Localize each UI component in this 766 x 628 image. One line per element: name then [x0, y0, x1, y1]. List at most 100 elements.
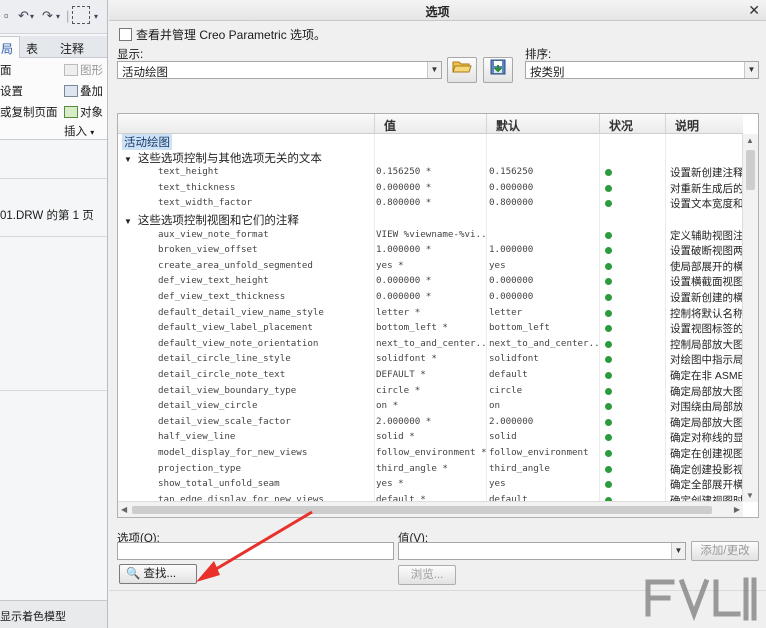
table-row[interactable]: detail_view_circle on * on 对围绕由局部放 [118, 399, 743, 415]
open-folder-button[interactable] [447, 57, 477, 83]
view-manage-option[interactable]: 查看并管理 Creo Parametric 选项。 [119, 26, 326, 43]
col-header-value[interactable]: 值 [384, 117, 396, 134]
option-description: 定义辅助视图注 [670, 229, 743, 242]
add-change-button[interactable]: 添加/更改 [691, 541, 759, 561]
option-description: 确定在创建视图 [670, 448, 743, 460]
scroll-thumb[interactable] [132, 506, 712, 514]
show-select[interactable]: 活动绘图 ▼ [117, 61, 442, 79]
checkbox[interactable] [119, 28, 132, 41]
ribbon-copy-page[interactable]: 或复制页面 [0, 104, 58, 120]
horizontal-scrollbar[interactable]: ◀ ▶ [118, 501, 743, 517]
table-row[interactable]: default_detail_view_name_style letter * le… [118, 306, 743, 322]
table-row[interactable]: model_display_for_new_views follow_enviro… [118, 446, 743, 462]
group-row[interactable]: ▼ 这些选项控制视图和它们的注释 [118, 212, 743, 228]
table-row[interactable]: default_view_note_orientation next_to_and… [118, 337, 743, 353]
table-row[interactable]: half_view_line solid * solid 确定对称线的显 [118, 430, 743, 446]
browse-button[interactable]: 浏览... [398, 565, 456, 585]
option-value: bottom_left * [376, 322, 448, 334]
table-row[interactable]: default_view_label_placement bottom_left … [118, 321, 743, 337]
table-header: 值 默认 状况 说明 [118, 114, 743, 134]
col-header-description[interactable]: 说明 [675, 117, 699, 134]
option-name: create_area_unfold_segmented [158, 259, 313, 271]
status-ok-icon [605, 465, 612, 473]
scroll-left-icon[interactable]: ◀ [121, 505, 127, 514]
option-default: follow_environment [489, 447, 589, 458]
scroll-right-icon[interactable]: ▶ [734, 505, 740, 514]
table-row[interactable]: create_area_unfold_segmented yes * yes 使局部展… [118, 259, 743, 275]
expand-triangle-icon[interactable]: ▼ [124, 155, 132, 164]
option-value: circle * [376, 384, 421, 396]
option-description: 确定对称线的显 [670, 432, 743, 445]
option-description: 控制将默认名称 [670, 307, 743, 320]
insert-group-menu[interactable]: 插入 ▾ [64, 123, 107, 140]
table-row[interactable]: show_total_unfold_seam yes * yes 确定全部展开横 [118, 477, 743, 493]
dialog-title: 选项 [425, 5, 450, 19]
option-description: 设置横截面视图 [670, 276, 743, 289]
table-row[interactable]: def_view_text_height 0.000000 * 0.000000 设置… [118, 274, 743, 290]
undo-icon[interactable]: ↶ [18, 8, 29, 24]
value-select[interactable]: ▼ [398, 542, 686, 560]
chevron-down-icon: ▾ [90, 128, 95, 137]
close-icon[interactable]: ✕ [748, 2, 760, 19]
option-name: text_thickness [158, 181, 236, 193]
sort-select[interactable]: 按类别 ▼ [525, 61, 759, 79]
col-header-status[interactable]: 状况 [609, 117, 633, 134]
tab-annotate[interactable]: 注释 [60, 40, 84, 57]
option-default: 0.000000 [489, 181, 534, 193]
option-default: third_angle [489, 462, 550, 474]
table-row[interactable]: text_width_factor 0.800000 * 0.800000 设置文本宽… [118, 196, 743, 212]
divider [0, 236, 107, 237]
redo-dropdown-icon[interactable]: ▾ [56, 12, 60, 21]
table-row[interactable]: detail_circle_line_style solidfont * solid… [118, 352, 743, 368]
status-ok-icon [605, 200, 612, 208]
col-header-default[interactable]: 默认 [496, 117, 520, 134]
table-row[interactable]: text_height 0.156250 * 0.156250 设置新创建注释 [118, 165, 743, 181]
customize-dropdown-icon[interactable]: ▾ [94, 12, 98, 21]
option-description: 设置视图标签的 [670, 323, 743, 336]
tree-root-row[interactable]: 活动绘图 [118, 134, 743, 150]
ribbon-settings[interactable]: 设置 [0, 83, 23, 99]
status-ok-icon [605, 278, 612, 286]
table-row[interactable]: text_thickness 0.000000 * 0.000000 对重新生成后的 [118, 181, 743, 197]
option-value: third_angle * [376, 462, 448, 474]
vertical-scrollbar[interactable]: ▲ ▼ [742, 134, 758, 502]
ribbon-object[interactable]: 对象 [64, 104, 103, 120]
scroll-thumb[interactable] [746, 150, 755, 190]
table-row[interactable]: detail_view_scale_factor 2.000000 * 2.0000… [118, 415, 743, 431]
table-row[interactable]: projection_type third_angle * third_angle 确… [118, 462, 743, 478]
option-name: detail_circle_note_text [158, 369, 286, 380]
option-default: 0.000000 [489, 275, 534, 287]
column-divider [374, 114, 375, 134]
tab-table[interactable]: 表 [26, 40, 38, 57]
status-ok-icon [605, 325, 612, 333]
option-name: detail_view_scale_factor [158, 415, 291, 427]
save-config-button[interactable] [483, 57, 513, 83]
table-row[interactable]: detail_view_boundary_type circle * circle 确… [118, 384, 743, 400]
sort-label: 排序: [525, 49, 552, 61]
scroll-down-icon[interactable]: ▼ [746, 491, 754, 500]
group-row[interactable]: ▼ 这些选项控制与其他选项无关的文本 [118, 150, 743, 166]
option-description: 确定全部展开横 [670, 479, 743, 492]
table-row[interactable]: broken_view_offset 1.000000 * 1.000000 设置破断… [118, 243, 743, 259]
undo-dropdown-icon[interactable]: ▾ [30, 12, 34, 21]
window-icon[interactable] [72, 6, 90, 24]
option-name: projection_type [158, 462, 241, 474]
ribbon-page[interactable]: 面 [0, 62, 12, 78]
dialog-titlebar[interactable]: 选项 ✕ [109, 0, 766, 21]
tab-layout[interactable]: 局 [0, 36, 21, 58]
table-row[interactable]: def_view_text_thickness 0.000000 * 0.00000… [118, 290, 743, 306]
find-button[interactable]: 🔍 查找... [119, 564, 197, 584]
option-input[interactable] [117, 542, 394, 560]
checkbox-label: 查看并管理 Creo Parametric 选项。 [136, 28, 327, 42]
ribbon-overlay[interactable]: 叠加 [64, 83, 103, 99]
scroll-up-icon[interactable]: ▲ [746, 136, 754, 145]
redo-icon[interactable]: ↷ [42, 8, 53, 24]
table-row[interactable]: aux_view_note_format VIEW %viewname-%vi..… [118, 228, 743, 244]
option-name: broken_view_offset [158, 244, 258, 256]
expand-triangle-icon[interactable]: ▼ [124, 217, 132, 226]
option-default: yes [489, 478, 506, 490]
quick-access-toolbar: ▫ ↶ ▾ ↷ ▾ | ▾ [0, 0, 107, 34]
table-row[interactable]: detail_circle_note_text DEFAULT * default 确… [118, 368, 743, 384]
doc-icon[interactable]: ▫ [4, 8, 9, 23]
ribbon-graph[interactable]: 图形 [64, 62, 103, 78]
